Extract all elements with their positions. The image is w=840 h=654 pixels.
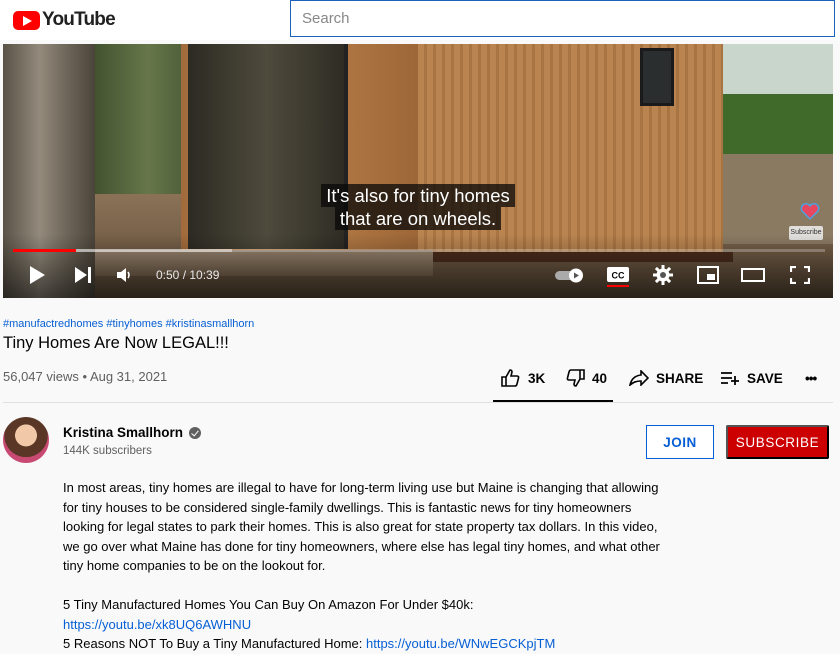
like-button[interactable]: 3K (501, 367, 545, 389)
more-icon: ••• (805, 370, 817, 386)
heart-logo-icon (800, 203, 820, 221)
caption-line-2: that are on wheels. (334, 207, 502, 230)
autoplay-toggle-icon (555, 268, 583, 283)
logo-text: YouTube (42, 9, 116, 30)
fullscreen-icon (790, 266, 810, 284)
save-button[interactable]: SAVE (720, 367, 783, 389)
youtube-logo[interactable]: YouTube (13, 9, 116, 31)
channel-avatar[interactable] (3, 417, 49, 463)
captions-button[interactable]: CC (605, 264, 631, 288)
settings-gear-icon (653, 265, 673, 285)
channel-name[interactable]: Kristina Smallhorn (63, 425, 183, 440)
next-button[interactable] (73, 265, 93, 285)
time-display: 0:50 / 10:39 (156, 268, 220, 282)
settings-button[interactable] (652, 264, 674, 286)
dislike-count: 40 (592, 370, 608, 386)
hashtags[interactable]: #manufactredhomes #tinyhomes #kristinasm… (3, 318, 254, 330)
like-icon (501, 369, 520, 387)
masthead: YouTube (0, 0, 840, 40)
miniplayer-button[interactable] (696, 265, 720, 285)
progress-played[interactable] (13, 249, 77, 252)
volume-icon (117, 268, 130, 282)
theater-mode-button[interactable] (740, 266, 766, 284)
description-paragraph: In most areas, tiny homes are illegal to… (63, 480, 660, 573)
video-title: Tiny Homes Are Now LEGAL!!! (3, 334, 229, 352)
share-button[interactable]: SHARE (629, 367, 703, 389)
join-button[interactable]: JOIN (646, 425, 714, 459)
theater-icon (741, 268, 765, 282)
autoplay-toggle[interactable] (553, 266, 587, 284)
video-frame-window (640, 48, 674, 106)
share-label: SHARE (656, 370, 704, 386)
save-label: SAVE (747, 370, 783, 386)
video-player[interactable]: It's also for tiny homes that are on whe… (3, 44, 833, 298)
subscribe-button[interactable]: SUBSCRIBE (726, 425, 829, 459)
dislike-icon (566, 369, 585, 387)
more-actions-button[interactable]: ••• (805, 367, 817, 389)
youtube-logo-icon (13, 10, 40, 30)
save-playlist-icon (721, 372, 739, 385)
next-icon (74, 267, 91, 283)
play-icon (30, 266, 45, 284)
subscriber-count: 144K subscribers (63, 445, 152, 457)
miniplayer-icon (697, 266, 719, 284)
search-input[interactable] (290, 0, 835, 37)
captions-icon: CC (607, 267, 629, 287)
description-line-2: 5 Reasons NOT To Buy a Tiny Manufactured… (63, 636, 366, 651)
share-icon (629, 370, 649, 386)
caption-window: It's also for tiny homes that are on whe… (3, 184, 833, 230)
play-button[interactable] (27, 264, 47, 286)
fullscreen-button[interactable] (789, 265, 811, 285)
description-link-2[interactable]: https://youtu.be/WNwEGCKpjTM (366, 636, 555, 651)
volume-button[interactable] (116, 266, 134, 284)
like-count: 3K (528, 370, 546, 386)
verified-icon (189, 426, 202, 439)
channel-name-row[interactable]: Kristina Smallhorn (63, 425, 202, 440)
svg-text:CC: CC (612, 271, 625, 281)
dislike-button[interactable]: 40 (566, 367, 607, 389)
caption-line-1: It's also for tiny homes (321, 184, 515, 207)
description-link-1[interactable]: https://youtu.be/xk8UQ6AWHNU (63, 617, 251, 632)
divider (3, 402, 833, 403)
view-count-date: 56,047 views • Aug 31, 2021 (3, 369, 168, 384)
description-line-1: 5 Tiny Manufactured Homes You Can Buy On… (63, 597, 474, 612)
video-description: In most areas, tiny homes are illegal to… (63, 478, 663, 654)
